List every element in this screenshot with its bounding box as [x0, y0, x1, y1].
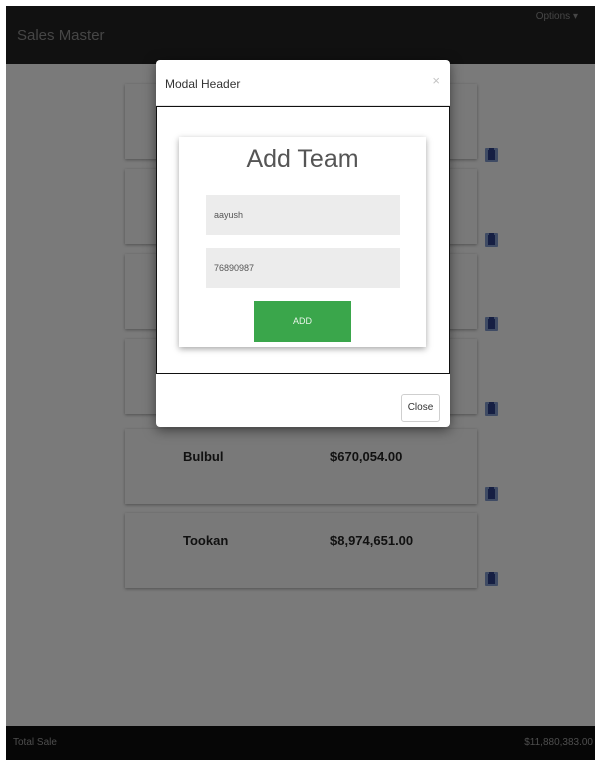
form-title: Add Team: [246, 145, 359, 173]
close-button[interactable]: Close: [401, 394, 440, 422]
modal-title: Modal Header: [165, 77, 241, 91]
add-team-modal: Modal Header × Add Team ADD Close: [156, 60, 450, 427]
add-team-form: Add Team ADD: [179, 137, 426, 347]
app-frame: Sales Master Options ▾ Bulbul $670,054.0…: [6, 6, 595, 760]
modal-header: Modal Header ×: [156, 60, 450, 106]
modal-body: Add Team ADD: [156, 106, 450, 374]
team-number-input[interactable]: [206, 248, 400, 288]
close-icon[interactable]: ×: [432, 73, 440, 88]
team-name-input[interactable]: [206, 195, 400, 235]
add-button[interactable]: ADD: [254, 301, 351, 342]
